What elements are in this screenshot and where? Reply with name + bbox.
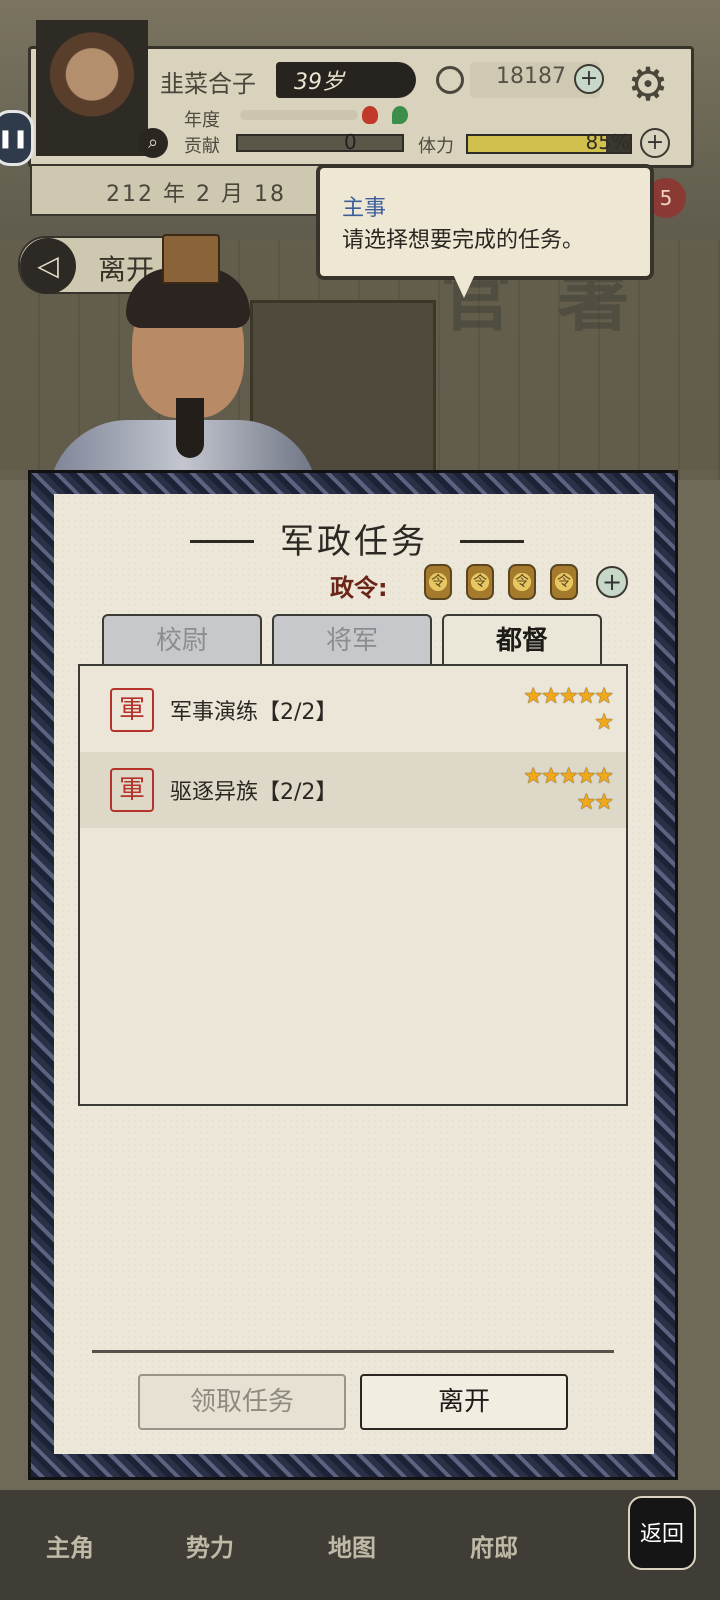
- add-coins-button[interactable]: +: [574, 64, 604, 94]
- nav-item-protagonist[interactable]: 主角: [10, 1528, 130, 1563]
- military-seal-icon: 軍: [110, 768, 154, 812]
- modal-title: 军政任务: [280, 522, 428, 562]
- nav-item-mansion[interactable]: 府邸: [434, 1528, 554, 1563]
- nav-item-faction[interactable]: 势力: [150, 1528, 270, 1563]
- military-seal-icon: 軍: [110, 688, 154, 732]
- player-age: 39岁: [276, 62, 416, 98]
- player-avatar[interactable]: [36, 20, 148, 156]
- contribution-label: 贡献: [184, 136, 220, 157]
- tab-commander[interactable]: 都督: [442, 614, 602, 666]
- official-beard: [176, 398, 204, 458]
- gear-icon[interactable]: ⚙: [620, 56, 676, 112]
- search-icon[interactable]: ⌕: [138, 128, 168, 158]
- fire-icon: [362, 106, 378, 124]
- order-token-icon: 令: [508, 564, 536, 600]
- dialog-tail: [452, 272, 476, 298]
- task-difficulty-stars: ★★★★★ ★★: [523, 764, 614, 815]
- coin-value: 18187: [496, 64, 566, 89]
- left-arrow-icon[interactable]: ◁: [20, 238, 76, 294]
- nav-item-map[interactable]: 地图: [292, 1528, 412, 1563]
- order-token-icon: 令: [550, 564, 578, 600]
- contribution-value: 0: [344, 130, 357, 154]
- order-token-icon: 令: [424, 564, 452, 600]
- accept-task-button[interactable]: 领取任务: [138, 1374, 346, 1430]
- divider: [92, 1350, 614, 1353]
- task-name[interactable]: 驱逐异族【2/2】: [170, 774, 337, 806]
- year-label: 年度: [184, 110, 220, 131]
- order-label: 政令:: [330, 574, 388, 602]
- add-order-button[interactable]: +: [596, 566, 628, 598]
- task-name[interactable]: 军事演练【2/2】: [170, 694, 337, 726]
- order-token-icon: 令: [466, 564, 494, 600]
- back-button[interactable]: 返回: [628, 1496, 696, 1570]
- tab-captain[interactable]: 校尉: [102, 614, 262, 666]
- pause-icon[interactable]: ❚❚: [0, 110, 34, 166]
- dialog-speaker: 主事: [342, 196, 387, 221]
- dialog-text: 请选择想要完成的任务。: [342, 228, 585, 253]
- official-hat: [162, 234, 220, 284]
- contribution-bar: [236, 134, 404, 152]
- add-stamina-button[interactable]: +: [640, 128, 670, 158]
- stamina-value: 85%: [585, 130, 630, 154]
- year-progress-bar: [240, 110, 358, 120]
- stamina-label: 体力: [418, 136, 454, 157]
- coin-icon: [436, 66, 464, 94]
- leaf-icon: [392, 106, 408, 124]
- tab-general[interactable]: 将军: [272, 614, 432, 666]
- current-date: 212 年 2 月 18: [106, 182, 286, 207]
- player-name: 韭菜合子: [160, 70, 256, 98]
- task-difficulty-stars: ★★★★★ ★: [523, 684, 614, 735]
- leave-button[interactable]: 离开: [360, 1374, 568, 1430]
